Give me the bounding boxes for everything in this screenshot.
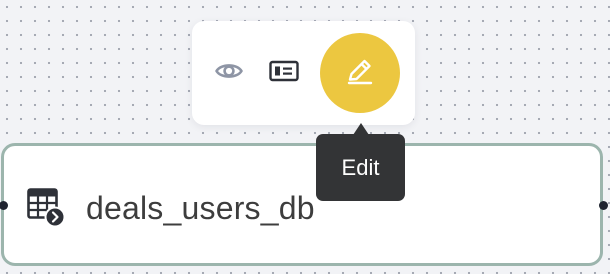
edit-button[interactable] bbox=[320, 33, 400, 113]
node-toolbar bbox=[192, 21, 415, 125]
table-icon bbox=[26, 187, 70, 229]
node-title: deals_users_db bbox=[86, 190, 315, 226]
details-button[interactable] bbox=[265, 55, 303, 91]
right-connection-handle[interactable] bbox=[599, 201, 608, 210]
eye-icon bbox=[214, 59, 244, 88]
pencil-icon bbox=[344, 55, 376, 92]
edit-tooltip: Edit bbox=[316, 134, 405, 201]
id-card-icon bbox=[269, 60, 299, 87]
tooltip-text: Edit bbox=[341, 154, 380, 180]
database-node[interactable]: deals_users_db bbox=[1, 143, 603, 266]
view-button[interactable] bbox=[210, 55, 248, 91]
